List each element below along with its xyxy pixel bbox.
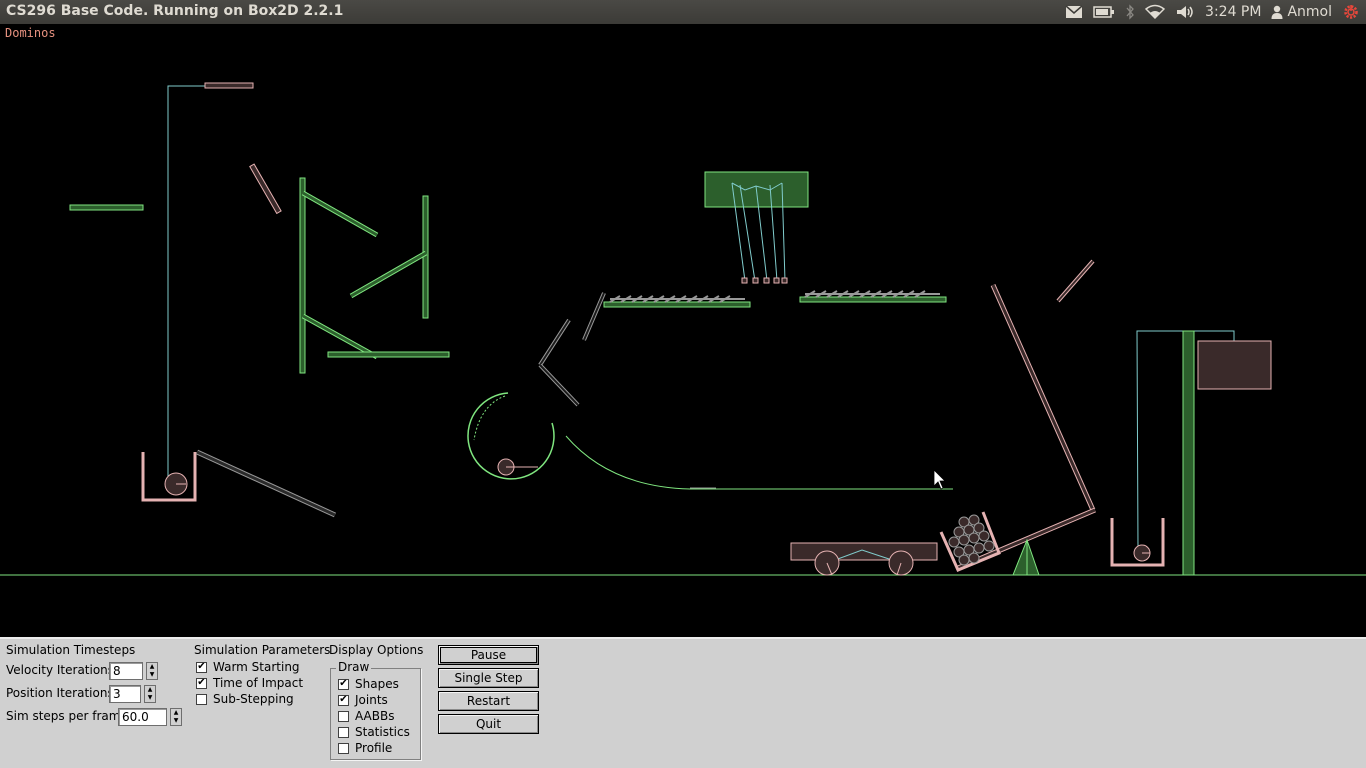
right-box [1197,340,1272,390]
user-icon [1271,5,1283,19]
position-iterations-input[interactable]: 3 [109,685,141,703]
sim-steps-spinner[interactable]: ▲ ▼ [170,708,182,726]
checkbox-box[interactable] [196,693,207,705]
shapes-checkbox[interactable]: ✔ Shapes [338,677,399,691]
checkbox-box[interactable] [338,726,349,738]
sub-stepping-checkbox[interactable]: Sub-Stepping [196,692,294,706]
frame-left-post [299,177,306,374]
top-left-bar [204,82,254,89]
battery-icon[interactable] [1093,0,1115,24]
window-title: CS296 Base Code. Running on Box2D 2.2.1 [6,3,344,19]
checkbox-box[interactable] [338,710,349,722]
user-name: Anmol [1287,4,1332,20]
warm-starting-label: Warm Starting [213,660,300,674]
mouse-cursor [933,469,946,490]
left-shelf [69,204,144,211]
falling-plank [249,163,282,215]
spin-down-icon[interactable]: ▼ [145,694,155,702]
single-step-button[interactable]: Single Step [438,668,539,688]
velocity-iterations-label: Velocity Iterations [6,663,115,677]
top-panel: CS296 Base Code. Running on Box2D 2.2.1 … [0,0,1366,24]
velocity-iterations-input[interactable]: 8 [109,662,143,680]
power-gear-icon[interactable] [1342,0,1360,24]
timesteps-title: Simulation Timesteps [6,643,136,657]
draw-legend: Draw [336,660,372,674]
spin-up-icon[interactable]: ▲ [147,663,157,671]
pendulum-bobs [741,277,788,284]
time-of-impact-checkbox[interactable]: ✔ Time of Impact [196,676,303,690]
profile-label: Profile [355,741,393,755]
display-title: Display Options [329,643,424,657]
pause-button[interactable]: Pause [438,645,539,665]
position-iterations-spinner[interactable]: ▲ ▼ [144,685,156,703]
profile-checkbox[interactable]: Profile [338,741,392,755]
warm-starting-checkbox[interactable]: ✔ Warm Starting [196,660,300,674]
time-of-impact-label: Time of Impact [213,676,304,690]
sim-steps-label: Sim steps per frame [6,709,128,723]
joints-label: Joints [355,693,388,707]
checkbox-box[interactable]: ✔ [338,678,349,690]
domino-shelf-right [799,296,947,303]
curved-ramp [565,435,953,490]
volume-icon[interactable] [1175,0,1195,24]
right-tower [1182,330,1195,576]
spin-up-icon[interactable]: ▲ [171,709,181,717]
wifi-icon[interactable] [1145,0,1166,24]
restart-button[interactable]: Restart [438,691,539,711]
aabbs-label: AABBs [355,709,395,723]
control-panel: Simulation Timesteps Velocity Iterations… [0,637,1366,768]
shapes-label: Shapes [355,677,399,691]
statistics-checkbox[interactable]: Statistics [338,725,410,739]
velocity-iterations-spinner[interactable]: ▲ ▼ [146,662,158,680]
user-menu[interactable]: Anmol [1271,0,1332,24]
frame-base [327,351,450,358]
scene-canvas[interactable] [0,24,1366,637]
spin-down-icon[interactable]: ▼ [171,717,181,725]
checkbox-box[interactable]: ✔ [196,661,207,673]
system-tray: 3:24 PM Anmol [1055,0,1366,24]
simulation-viewport[interactable]: Dominos [0,24,1366,637]
joints-checkbox[interactable]: ✔ Joints [338,693,388,707]
domino-shelf-left [603,301,751,308]
clock[interactable]: 3:24 PM [1205,0,1261,24]
params-title: Simulation Parameters [194,643,331,657]
statistics-label: Statistics [355,725,410,739]
checkbox-box[interactable]: ✔ [338,694,349,706]
pulley-rope [167,85,205,480]
checkbox-box[interactable] [338,742,349,754]
mail-icon[interactable] [1065,0,1083,24]
cart-body [790,542,938,561]
spin-up-icon[interactable]: ▲ [145,686,155,694]
domino-row-right [804,290,940,298]
position-iterations-label: Position Iterations [6,686,114,700]
quit-button[interactable]: Quit [438,714,539,734]
sim-steps-input[interactable]: 60.0 [118,708,167,726]
domino-row-left [609,295,745,303]
checkbox-box[interactable]: ✔ [196,677,207,689]
bluetooth-icon[interactable] [1125,0,1135,24]
spin-down-icon[interactable]: ▼ [147,671,157,679]
aabbs-checkbox[interactable]: AABBs [338,709,394,723]
sub-stepping-label: Sub-Stepping [213,692,294,706]
